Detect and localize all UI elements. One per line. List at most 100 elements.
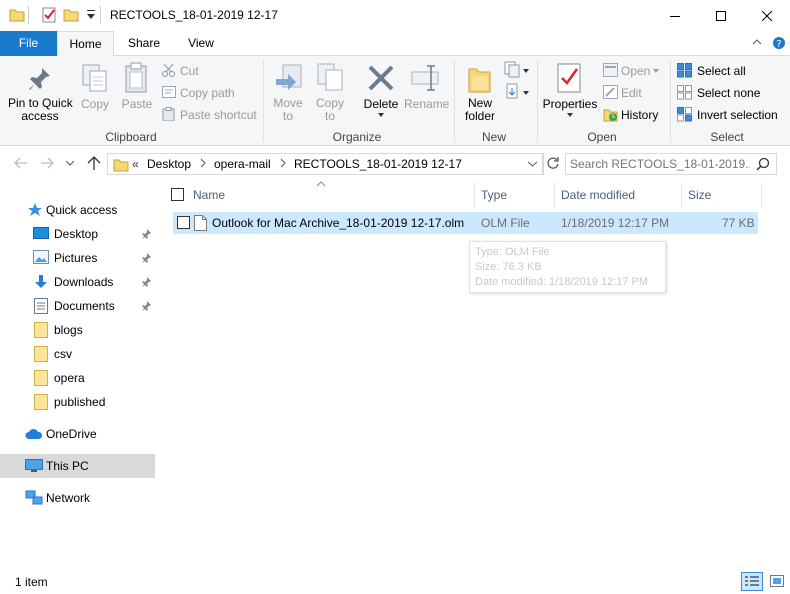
copy-path-icon [162, 86, 176, 98]
sidebar-item-downloads[interactable]: Downloads [0, 270, 155, 294]
new-item-button[interactable] [504, 61, 530, 79]
column-separator[interactable] [761, 183, 762, 207]
back-button[interactable] [14, 157, 28, 169]
pin-icon [141, 277, 151, 287]
recent-locations-button[interactable] [66, 160, 74, 166]
delete-label: Delete [363, 97, 399, 111]
sidebar-item-onedrive[interactable]: OneDrive [0, 422, 155, 446]
easy-access-button[interactable] [504, 83, 530, 101]
delete-button[interactable]: Delete [360, 60, 402, 122]
select-all-button[interactable]: Select all [677, 62, 782, 80]
select-all-checkbox[interactable] [171, 188, 184, 201]
column-separator[interactable] [474, 183, 475, 207]
sidebar-item-network[interactable]: Network [0, 486, 155, 510]
select-none-button[interactable]: Select none [677, 84, 782, 102]
large-icons-view-icon [770, 575, 784, 587]
details-view-button[interactable] [741, 572, 763, 591]
search-input[interactable] [570, 156, 750, 172]
documents-icon [34, 298, 48, 314]
svg-text:?: ? [776, 39, 781, 50]
minimize-button[interactable] [652, 0, 698, 31]
open-label: Open [621, 64, 651, 78]
pin-to-quick-access-button[interactable]: Pin to Quick access [4, 60, 76, 125]
edit-button[interactable]: Edit [603, 84, 663, 102]
pin-icon [28, 66, 52, 92]
sidebar-item-label: published [54, 395, 106, 409]
refresh-button[interactable] [546, 156, 560, 170]
edit-label: Edit [621, 86, 642, 100]
copy-to-button[interactable]: Copy to [312, 60, 348, 125]
column-header-date-modified[interactable]: Date modified [561, 188, 635, 202]
column-separator[interactable] [681, 183, 682, 207]
divider [100, 6, 101, 24]
easy-access-icon [504, 83, 530, 101]
paste-label: Paste [121, 97, 153, 111]
ribbon-tabs: File Home Share View ? [0, 31, 790, 57]
sidebar-item-this-pc[interactable]: This PC [0, 454, 155, 478]
open-button[interactable]: Open [603, 62, 663, 80]
close-button[interactable] [744, 0, 790, 31]
folder-icon [113, 157, 129, 173]
breadcrumb-opera-mail[interactable]: opera-mail [214, 157, 271, 171]
sidebar-item-published[interactable]: published [0, 390, 155, 414]
sidebar-item-label: Pictures [54, 251, 98, 265]
move-to-label-line2: to [282, 109, 293, 123]
cut-button[interactable]: Cut [162, 62, 262, 80]
sidebar-item-quick-access[interactable]: Quick access [0, 198, 155, 222]
sidebar-item-opera[interactable]: opera [0, 366, 155, 390]
breadcrumb-current-folder[interactable]: RECTOOLS_18-01-2019 12-17 [294, 157, 462, 171]
row-checkbox[interactable] [177, 216, 190, 229]
address-dropdown-icon[interactable] [528, 161, 537, 167]
group-separator [537, 60, 538, 142]
paste-button[interactable]: Paste [118, 60, 156, 115]
tab-file[interactable]: File [0, 31, 57, 56]
maximize-button[interactable] [698, 0, 744, 31]
chevron-down-icon [653, 69, 659, 73]
tab-view[interactable]: View [175, 31, 227, 56]
new-folder-quick-icon[interactable] [63, 7, 79, 23]
help-icon[interactable]: ? [772, 36, 786, 50]
quick-access-dropdown-icon[interactable] [86, 9, 96, 21]
folder-icon [34, 370, 48, 386]
column-separator[interactable] [554, 183, 555, 207]
sort-ascending-icon [316, 181, 326, 187]
table-row[interactable]: Outlook for Mac Archive_18-01-2019 12-17… [173, 212, 758, 234]
sidebar-item-desktop[interactable]: Desktop [0, 222, 155, 246]
sidebar-item-csv[interactable]: csv [0, 342, 155, 366]
copy-path-label: Copy path [180, 86, 235, 100]
rename-button[interactable]: Rename [404, 60, 449, 115]
tab-home[interactable]: Home [57, 31, 114, 57]
copy-path-button[interactable]: Copy path [162, 84, 262, 102]
properties-icon [557, 63, 581, 93]
chevron-up-icon[interactable] [752, 37, 762, 47]
sidebar-item-documents[interactable]: Documents [0, 294, 155, 318]
breadcrumb-overflow[interactable]: « [132, 157, 139, 171]
properties-quick-icon[interactable] [41, 7, 57, 23]
move-to-button[interactable]: Move to [270, 60, 306, 125]
pin-icon [141, 229, 151, 239]
forward-button[interactable] [40, 157, 54, 169]
folder-icon [34, 346, 48, 362]
delete-x-icon [368, 65, 394, 91]
sidebar-item-pictures[interactable]: Pictures [0, 246, 155, 270]
cloud-icon [25, 428, 43, 440]
new-folder-button[interactable]: New folder [460, 60, 500, 125]
breadcrumb-desktop[interactable]: Desktop [147, 157, 191, 171]
properties-button[interactable]: Properties [542, 60, 598, 125]
column-header-size[interactable]: Size [688, 188, 711, 202]
column-header-name[interactable]: Name [193, 188, 225, 202]
tab-share[interactable]: Share [118, 31, 170, 56]
address-bar[interactable]: « Desktop opera-mail RECTOOLS_18-01-2019… [107, 153, 543, 175]
column-header-type[interactable]: Type [481, 188, 507, 202]
search-box[interactable] [565, 153, 777, 175]
up-button[interactable] [87, 155, 101, 171]
sidebar-item-blogs[interactable]: blogs [0, 318, 155, 342]
sidebar-item-label: Network [46, 491, 91, 505]
paste-shortcut-button[interactable]: Paste shortcut [162, 106, 262, 124]
large-icons-view-button[interactable] [766, 572, 788, 591]
copy-button[interactable]: Copy [78, 60, 112, 115]
history-button[interactable]: History [603, 106, 665, 124]
network-icon [25, 490, 43, 506]
sidebar-item-label: Desktop [54, 227, 99, 241]
invert-selection-button[interactable]: Invert selection [677, 106, 787, 124]
